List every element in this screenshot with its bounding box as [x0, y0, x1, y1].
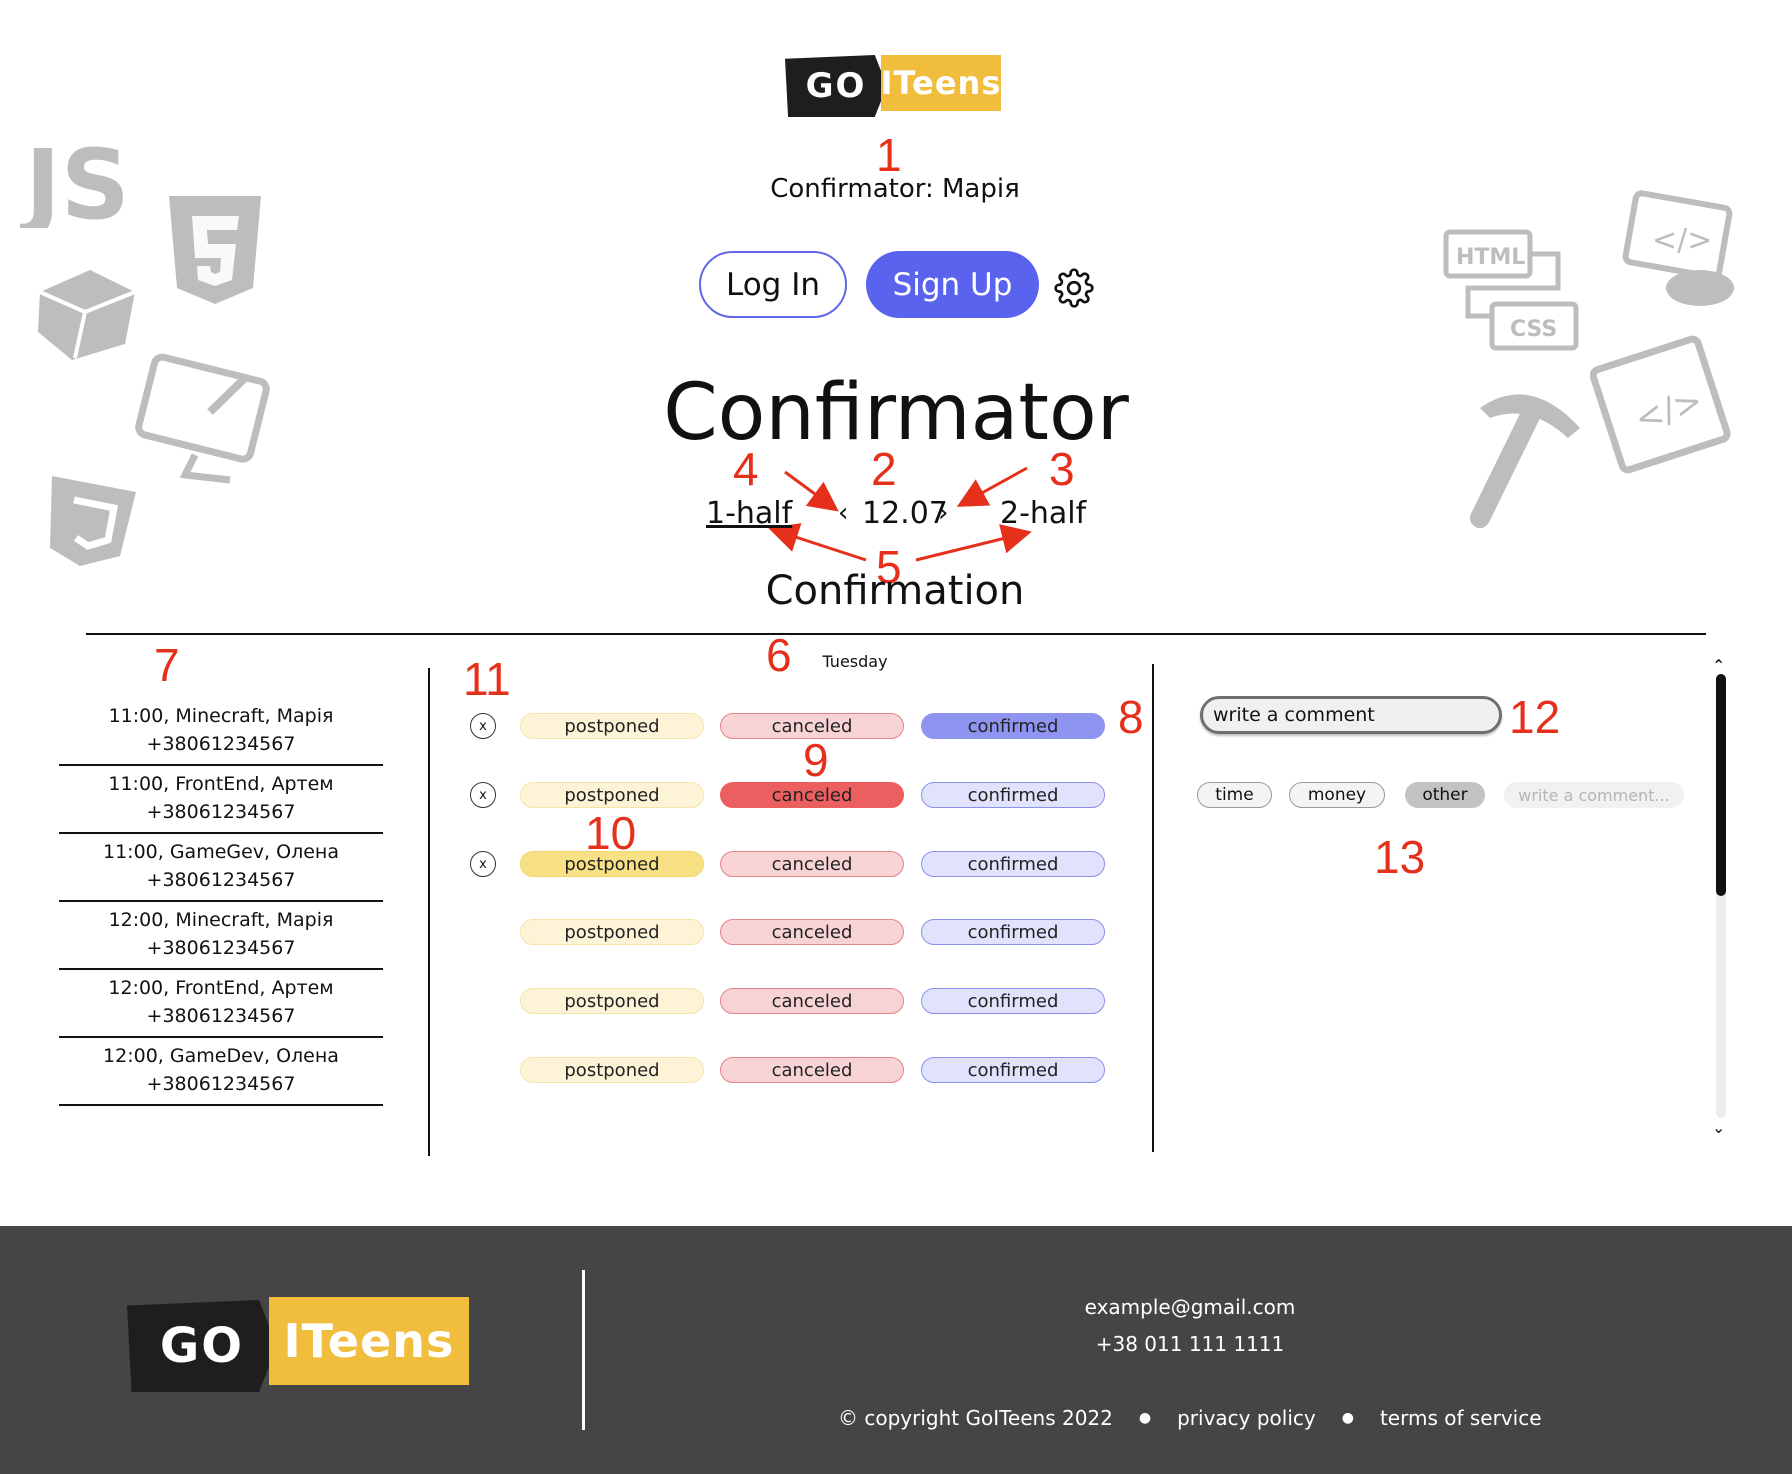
confirmed-button[interactable]: confirmed: [921, 713, 1105, 739]
confirmed-button[interactable]: confirmed: [921, 988, 1105, 1014]
canceled-button[interactable]: canceled: [720, 919, 904, 945]
postponed-button[interactable]: postponed: [520, 919, 704, 945]
annotation-12: 12: [1509, 691, 1561, 743]
next-date-button[interactable]: ›: [938, 498, 948, 528]
section-title: Confirmation: [765, 568, 1025, 614]
lesson-info: 11:00, GameGev, Олена: [103, 841, 339, 863]
lesson-phone: +38061234567: [146, 937, 296, 959]
column-divider-right: [1152, 664, 1154, 1152]
tag-comment-input[interactable]: write a comment...: [1504, 782, 1684, 808]
status-row: postponed canceled confirmed: [470, 1051, 1120, 1091]
bullet-separator: ●: [1341, 1410, 1354, 1426]
comment-input[interactable]: [1200, 696, 1502, 734]
copyright-text: © copyright GoITeens 2022: [838, 1406, 1113, 1430]
confirmed-button[interactable]: confirmed: [921, 851, 1105, 877]
tag-time-button[interactable]: time: [1197, 782, 1272, 808]
scrollbar-thumb[interactable]: [1716, 674, 1726, 896]
lesson-phone: +38061234567: [146, 801, 296, 823]
scroll-up-icon[interactable]: ⌃: [1712, 656, 1725, 675]
postponed-button[interactable]: postponed: [520, 782, 704, 808]
first-half-link[interactable]: 1-half: [706, 496, 792, 531]
annotation-7: 7: [154, 639, 180, 691]
lesson-phone: +38061234567: [146, 1073, 296, 1095]
footer-divider: [582, 1270, 585, 1430]
section-divider: [86, 633, 1706, 635]
lesson-info: 12:00, GameDev, Олена: [103, 1045, 339, 1067]
canceled-button[interactable]: canceled: [720, 713, 904, 739]
postponed-button[interactable]: postponed: [520, 1057, 704, 1083]
canceled-button[interactable]: canceled: [720, 1057, 904, 1083]
list-item[interactable]: 11:00, Minecraft, Марія +38061234567: [59, 698, 383, 766]
clear-status-button[interactable]: x: [470, 851, 496, 877]
annotation-11: 11: [463, 653, 511, 705]
status-row: postponed canceled confirmed: [470, 982, 1120, 1022]
current-date: 12.07: [862, 496, 948, 531]
scroll-down-icon[interactable]: ⌄: [1712, 1118, 1725, 1137]
lesson-phone: +38061234567: [146, 733, 296, 755]
lessons-list: 11:00, Minecraft, Марія +38061234567 11:…: [59, 698, 383, 1106]
logo-iteens-part: ITeens: [269, 1297, 469, 1385]
tag-money-button[interactable]: money: [1289, 782, 1385, 808]
canceled-button[interactable]: canceled: [720, 782, 904, 808]
lesson-info: 11:00, FrontEnd, Артем: [108, 773, 334, 795]
status-row: x postponed canceled confirmed: [470, 776, 1120, 816]
lesson-info: 11:00, Minecraft, Марія: [108, 705, 334, 727]
footer-links: © copyright GoITeens 2022 ● privacy poli…: [838, 1406, 1542, 1430]
list-item[interactable]: 12:00, GameDev, Олена +38061234567: [59, 1038, 383, 1106]
bullet-separator: ●: [1138, 1410, 1152, 1426]
status-row: postponed canceled confirmed: [470, 913, 1120, 953]
postponed-button[interactable]: postponed: [520, 851, 704, 877]
postponed-button[interactable]: postponed: [520, 713, 704, 739]
list-item[interactable]: 12:00, Minecraft, Марія +38061234567: [59, 902, 383, 970]
lesson-info: 12:00, FrontEnd, Артем: [108, 977, 334, 999]
day-label: Tuesday: [822, 652, 888, 671]
list-item[interactable]: 11:00, FrontEnd, Артем +38061234567: [59, 766, 383, 834]
logo-go-part: GO: [127, 1300, 277, 1392]
canceled-button[interactable]: canceled: [720, 851, 904, 877]
confirmed-button[interactable]: confirmed: [921, 782, 1105, 808]
lesson-phone: +38061234567: [146, 869, 296, 891]
lesson-phone: +38061234567: [146, 1005, 296, 1027]
annotation-6: 6: [766, 629, 792, 681]
prev-date-button[interactable]: ‹: [838, 498, 848, 528]
status-row: x postponed canceled confirmed: [470, 845, 1120, 885]
canceled-button[interactable]: canceled: [720, 988, 904, 1014]
clear-status-button[interactable]: x: [470, 713, 496, 739]
clear-status-button[interactable]: x: [470, 782, 496, 808]
privacy-policy-link[interactable]: privacy policy: [1177, 1406, 1316, 1430]
confirmed-button[interactable]: confirmed: [921, 919, 1105, 945]
list-item[interactable]: 11:00, GameGev, Олена +38061234567: [59, 834, 383, 902]
footer-phone[interactable]: +38 011 111 1111: [1030, 1332, 1350, 1356]
second-half-link[interactable]: 2-half: [1000, 496, 1086, 531]
footer-email[interactable]: example@gmail.com: [1030, 1295, 1350, 1319]
list-item[interactable]: 12:00, FrontEnd, Артем +38061234567: [59, 970, 383, 1038]
column-divider-left: [428, 668, 430, 1156]
annotation-8: 8: [1118, 691, 1144, 743]
lesson-info: 12:00, Minecraft, Марія: [108, 909, 334, 931]
tag-other-button[interactable]: other: [1405, 782, 1485, 808]
terms-of-service-link[interactable]: terms of service: [1380, 1406, 1542, 1430]
status-row: x postponed canceled confirmed: [470, 707, 1120, 747]
confirmed-button[interactable]: confirmed: [921, 1057, 1105, 1083]
annotation-13: 13: [1374, 831, 1426, 883]
postponed-button[interactable]: postponed: [520, 988, 704, 1014]
footer-logo[interactable]: GO ITeens: [127, 1297, 469, 1392]
